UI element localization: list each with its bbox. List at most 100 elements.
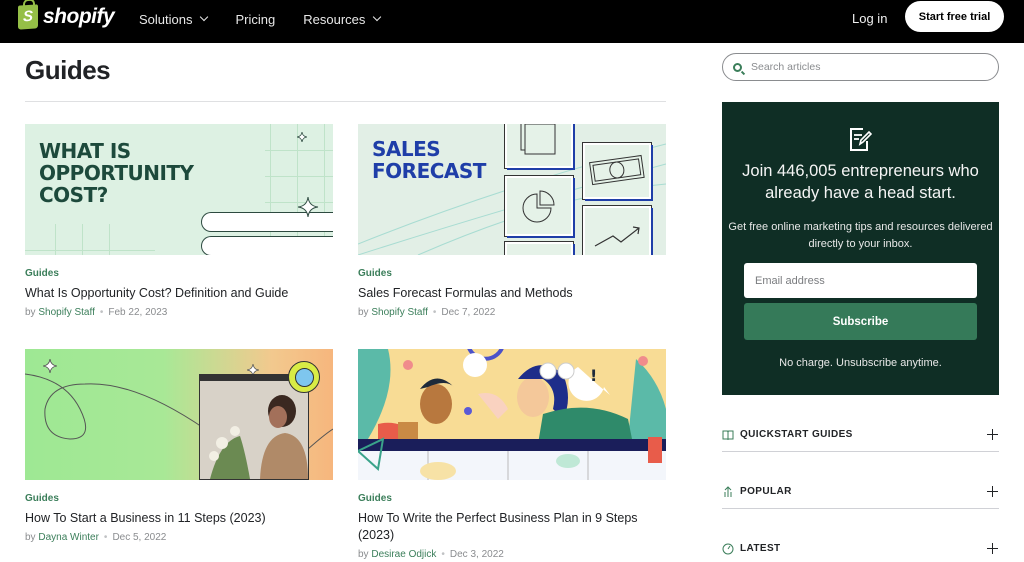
article-thumbnail[interactable]: !: [358, 349, 666, 480]
article-category[interactable]: Guides: [25, 493, 333, 504]
photo-window: [199, 374, 309, 480]
globe-icon: [288, 361, 320, 393]
byline-prefix: by: [358, 307, 369, 318]
nav-solutions[interactable]: Solutions: [139, 11, 209, 27]
accordion-divider: [722, 451, 999, 452]
article-card: SALES FORECAST Guides Sales Forecast For…: [358, 124, 666, 318]
documents-tile: [505, 124, 573, 168]
newsletter-description: Get free online marketing tips and resou…: [728, 221, 993, 250]
accordion-quickstart-guides[interactable]: QUICKSTART GUIDES: [722, 422, 999, 447]
svg-text:!: !: [590, 366, 597, 385]
nav-resources[interactable]: Resources: [303, 12, 382, 27]
article-meta: by Dayna Winter • Dec 5, 2022: [25, 532, 333, 543]
headline-line: WHAT IS: [39, 139, 131, 163]
article-date: Dec 7, 2022: [441, 307, 496, 318]
article-card: Guides How To Start a Business in 11 Ste…: [25, 349, 333, 543]
plus-icon[interactable]: [987, 428, 999, 441]
nav-solutions-label: Solutions: [139, 11, 193, 27]
accordion-label: LATEST: [740, 543, 781, 554]
article-author[interactable]: Shopify Staff: [371, 307, 428, 318]
article-title[interactable]: How To Start a Business in 11 Steps (202…: [25, 510, 333, 527]
edit-document-icon: [850, 128, 872, 151]
accordion-label: QUICKSTART GUIDES: [740, 429, 853, 440]
newsletter-headline: Join 446,005 entrepreneurs who already h…: [742, 162, 979, 202]
trend-arrow-icon: [594, 226, 640, 247]
separator-dot: •: [99, 307, 104, 318]
article-date: Feb 22, 2023: [108, 307, 168, 318]
search-input[interactable]: [751, 61, 981, 73]
page-title: Guides: [25, 55, 111, 85]
main-nav: Solutions Pricing Resources: [139, 0, 408, 38]
article-title[interactable]: How To Write the Perfect Business Plan i…: [358, 510, 666, 544]
grid-line: [25, 250, 155, 251]
article-thumbnail[interactable]: SALES FORECAST: [358, 124, 666, 255]
search-box: [722, 53, 999, 81]
article-title[interactable]: What Is Opportunity Cost? Definition and…: [25, 285, 333, 302]
subscribe-button[interactable]: Subscribe: [744, 303, 977, 340]
article-card: WHAT IS OPPORTUNITY COST? Guides What Is…: [25, 124, 333, 318]
accordion-popular[interactable]: POPULAR: [722, 479, 999, 504]
headline-line: COST?: [39, 183, 108, 207]
thumbnail-headline: WHAT IS OPPORTUNITY COST?: [39, 140, 194, 206]
trending-icon: [722, 485, 734, 498]
money-tile: [583, 143, 651, 199]
chevron-down-icon: [200, 12, 209, 22]
article-meta: by Shopify Staff • Dec 7, 2022: [358, 307, 666, 318]
article-meta: by Shopify Staff • Feb 22, 2023: [25, 307, 333, 318]
article-author[interactable]: Desirae Odjick: [371, 549, 436, 560]
byline-prefix: by: [25, 532, 36, 543]
sparkle-icon: [297, 196, 319, 218]
plus-icon[interactable]: [987, 542, 999, 555]
article-category[interactable]: Guides: [358, 268, 666, 279]
article-category[interactable]: Guides: [25, 268, 333, 279]
article-meta: by Desirae Odjick • Dec 3, 2022: [358, 549, 666, 560]
sparkle-icon: [297, 132, 307, 142]
book-icon: [722, 429, 734, 441]
nav-pricing-label: Pricing: [235, 11, 276, 27]
headline-line: OPPORTUNITY: [39, 161, 194, 185]
article-title[interactable]: Sales Forecast Formulas and Methods: [358, 285, 666, 302]
newsletter-note: No charge. Unsubscribe anytime.: [779, 357, 942, 369]
business-plan-illustration: !: [358, 349, 666, 480]
florist-photo: [200, 381, 308, 479]
search-bar-illustration: [201, 236, 333, 255]
article-date: Dec 3, 2022: [449, 549, 504, 560]
separator-dot: •: [441, 549, 445, 560]
brand-name: shopify: [43, 5, 115, 28]
pie-chart-icon: [522, 190, 555, 223]
article-thumbnail[interactable]: WHAT IS OPPORTUNITY COST?: [25, 124, 333, 255]
plus-icon[interactable]: [987, 485, 999, 498]
logo-letter: S: [23, 7, 34, 26]
title-divider: [25, 101, 666, 102]
article-category[interactable]: Guides: [358, 493, 666, 504]
separator-dot: •: [432, 307, 437, 318]
article-author[interactable]: Shopify Staff: [38, 307, 95, 318]
banknote-icon: [589, 154, 645, 186]
accordion-divider: [722, 508, 999, 509]
grid-line: [265, 176, 333, 177]
top-navigation-bar: S shopify Solutions Pricing Resources Lo…: [0, 0, 1024, 43]
documents-icon: [520, 124, 556, 155]
article-thumbnail[interactable]: [25, 349, 333, 480]
headline-line: FORECAST: [372, 159, 486, 183]
nav-pricing[interactable]: Pricing: [235, 12, 275, 27]
newsletter-signup: Join 446,005 entrepreneurs who already h…: [722, 102, 999, 395]
sparkle-icon: [43, 359, 57, 373]
accordion-label: POPULAR: [740, 486, 792, 497]
pie-chart-tile: [505, 176, 573, 236]
article-author[interactable]: Dayna Winter: [38, 532, 99, 543]
thumbnail-headline: SALES FORECAST: [372, 138, 486, 182]
growth-chart-tile: [583, 206, 651, 255]
login-link[interactable]: Log in: [852, 11, 887, 26]
start-free-trial-button[interactable]: Start free trial: [905, 1, 1004, 32]
email-field[interactable]: [744, 263, 977, 298]
clock-icon: [722, 543, 734, 555]
shopify-logo[interactable]: S shopify: [18, 4, 115, 30]
search-icon: [733, 62, 742, 72]
tile: [505, 242, 573, 255]
byline-prefix: by: [25, 307, 36, 318]
grid-line: [265, 150, 333, 151]
accordion-latest[interactable]: LATEST: [722, 536, 999, 561]
byline-prefix: by: [358, 549, 369, 560]
article-date: Dec 5, 2022: [112, 532, 167, 543]
